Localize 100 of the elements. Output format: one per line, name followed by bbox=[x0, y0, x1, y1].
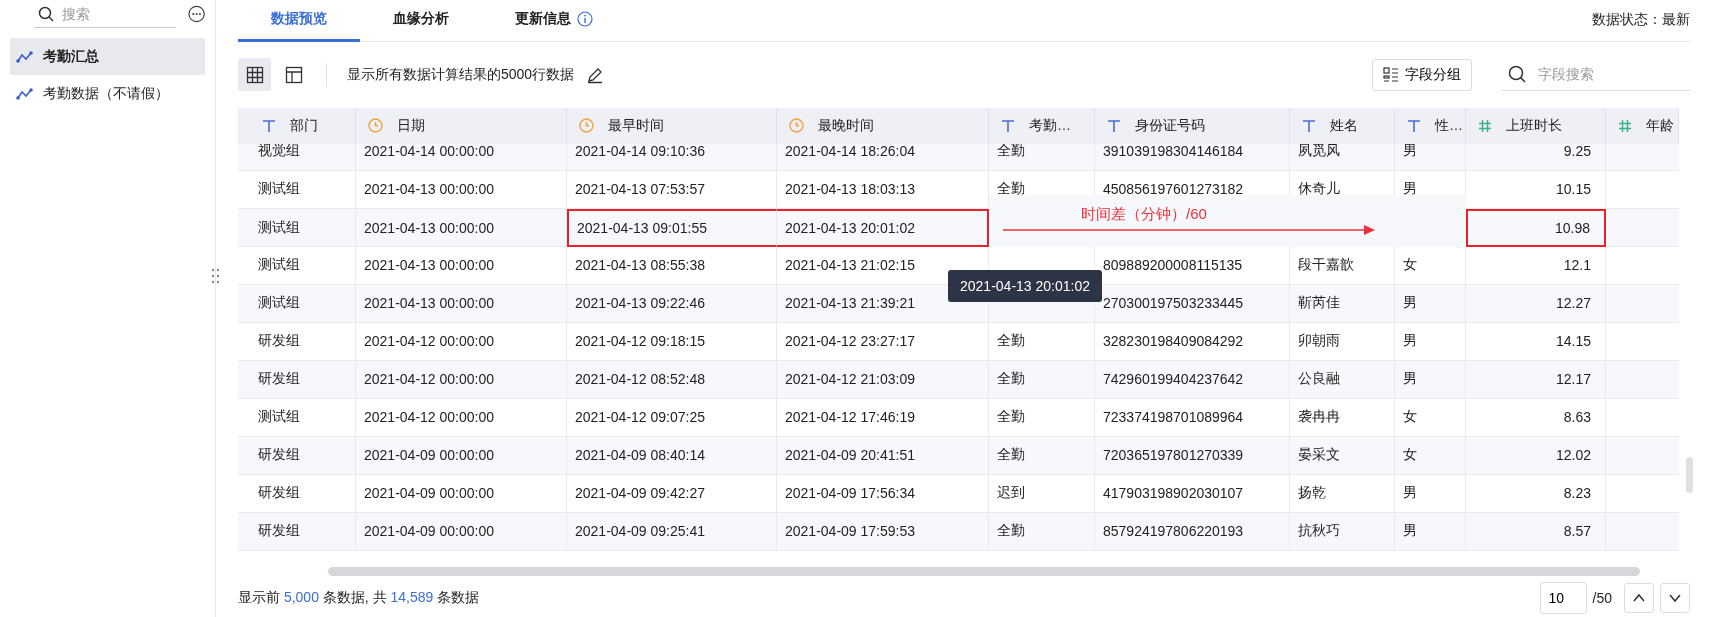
table-cell: 2021-04-13 00:00:00 bbox=[356, 170, 567, 208]
table-cell: 男 bbox=[1395, 284, 1466, 322]
table-cell: 2021-04-13 00:00:00 bbox=[356, 208, 567, 247]
data-status: 数据状态：最新 bbox=[1592, 11, 1690, 30]
table-cell: 2021-04-12 08:52:48 bbox=[567, 360, 777, 398]
table-cell: 2021-04-12 09:18:15 bbox=[567, 322, 777, 360]
table-cell: 扬乾 bbox=[1290, 474, 1395, 512]
table-cell: 公良融 bbox=[1290, 360, 1395, 398]
column-header[interactable]: 最晚时间 bbox=[777, 107, 989, 144]
table-cell: 2021-04-13 07:53:57 bbox=[567, 170, 777, 208]
line-chart-icon bbox=[16, 86, 33, 101]
table-cell: 2021-04-09 17:56:34 bbox=[777, 474, 989, 512]
table-cell: 晏采文 bbox=[1290, 436, 1395, 474]
table-cell: 全勤 bbox=[989, 398, 1095, 436]
table-cell: 卯朝雨 bbox=[1290, 322, 1395, 360]
clock-icon bbox=[789, 118, 804, 134]
column-header[interactable]: 日期 bbox=[356, 107, 567, 144]
table-cell: 全勤 bbox=[989, 360, 1095, 398]
layout-icon bbox=[284, 65, 303, 84]
table-cell: 测试组 bbox=[250, 208, 356, 247]
table-cell: 全勤 bbox=[989, 512, 1095, 550]
table-cell: 全勤 bbox=[989, 322, 1095, 360]
table-cell: 研发组 bbox=[250, 436, 356, 474]
search-icon bbox=[1508, 65, 1526, 84]
table-cell: 抗秋巧 bbox=[1290, 512, 1395, 550]
table-cell: 2021-04-12 17:46:19 bbox=[777, 398, 989, 436]
table-cell: 2021-04-14 00:00:00 bbox=[356, 143, 567, 170]
table-cell: 720365197801270339 bbox=[1095, 436, 1290, 474]
search-icon bbox=[38, 5, 54, 22]
column-header[interactable]: 性… bbox=[1395, 107, 1466, 144]
grid-view-button[interactable] bbox=[238, 58, 271, 92]
table-cell: 723374198701089964 bbox=[1095, 398, 1290, 436]
table-cell: 8.63 bbox=[1466, 398, 1606, 436]
table-cell: 2021-04-12 21:03:09 bbox=[777, 360, 989, 398]
column-header[interactable]: 姓名 bbox=[1290, 107, 1395, 144]
table-cell: 2021-04-13 00:00:00 bbox=[356, 284, 567, 322]
table-cell: 8.57 bbox=[1466, 512, 1606, 550]
table-cell: 靳芮佳 bbox=[1290, 284, 1395, 322]
table-cell: 2021-04-12 00:00:00 bbox=[356, 322, 567, 360]
table-cell: 测试组 bbox=[250, 284, 356, 322]
page-input[interactable]: 10 bbox=[1539, 582, 1587, 615]
table-cell: 测试组 bbox=[250, 398, 356, 436]
table-cell: 全勤 bbox=[989, 143, 1095, 170]
tab[interactable]: 更新信息 bbox=[482, 0, 626, 42]
previous-page-button[interactable] bbox=[1624, 583, 1654, 614]
table-cell: 12.27 bbox=[1466, 284, 1606, 322]
table-cell: 2021-04-13 08:55:38 bbox=[567, 246, 777, 284]
table-cell: 9.25 bbox=[1466, 143, 1606, 170]
arrow-icon bbox=[1001, 224, 1376, 237]
horizontal-scrollbar[interactable] bbox=[328, 566, 1640, 576]
table-cell: 女 bbox=[1395, 436, 1466, 474]
column-header[interactable]: 身份证号码 bbox=[1095, 107, 1290, 144]
table-cell: 测试组 bbox=[250, 246, 356, 284]
line-chart-icon bbox=[16, 49, 33, 64]
sidebar-item[interactable]: 考勤汇总 bbox=[10, 38, 205, 75]
drag-handle-icon[interactable] bbox=[211, 268, 220, 284]
column-header[interactable]: 上班时长 bbox=[1466, 107, 1606, 144]
table-cell: 男 bbox=[1395, 322, 1466, 360]
table-cell: 2021-04-14 09:10:36 bbox=[567, 143, 777, 170]
table-cell: 2021-04-12 00:00:00 bbox=[356, 398, 567, 436]
field-search-field[interactable]: 字段搜索 bbox=[1536, 65, 1680, 84]
table-cell: 夙觅风 bbox=[1290, 143, 1395, 170]
vertical-scrollbar[interactable] bbox=[1686, 456, 1693, 493]
info-icon bbox=[577, 11, 593, 28]
table-cell: 12.02 bbox=[1466, 436, 1606, 474]
column-header[interactable]: 考勤… bbox=[989, 107, 1095, 144]
table-cell: 857924197806220193 bbox=[1095, 512, 1290, 550]
search-field[interactable]: 搜索 bbox=[62, 5, 162, 22]
column-header[interactable]: 年龄 bbox=[1606, 107, 1679, 144]
list-icon bbox=[1383, 66, 1399, 83]
field-group-button[interactable]: 字段分组 bbox=[1372, 58, 1472, 91]
tab[interactable]: 数据预览 bbox=[238, 0, 360, 42]
table-cell: 8.23 bbox=[1466, 474, 1606, 512]
table-cell: 2021-04-09 08:40:14 bbox=[567, 436, 777, 474]
table-cell: 研发组 bbox=[250, 512, 356, 550]
table-cell: 2021-04-09 09:25:41 bbox=[567, 512, 777, 550]
table-cell: 测试组 bbox=[250, 170, 356, 208]
table-cell: 2021-04-13 00:00:00 bbox=[356, 246, 567, 284]
sidebar-item[interactable]: 考勤数据（不请假） bbox=[10, 75, 205, 112]
table-cell: 2021-04-09 17:59:53 bbox=[777, 512, 989, 550]
column-header[interactable]: 最早时间 bbox=[567, 107, 777, 144]
table-cell: 12.17 bbox=[1466, 360, 1606, 398]
more-icon[interactable] bbox=[187, 5, 205, 23]
table-cell: 2021-04-12 23:27:17 bbox=[777, 322, 989, 360]
table-cell: 男 bbox=[1395, 360, 1466, 398]
hash-icon bbox=[1478, 118, 1492, 133]
table-cell: 417903198902030107 bbox=[1095, 474, 1290, 512]
grid-icon bbox=[245, 65, 264, 84]
text-type-icon bbox=[1407, 118, 1421, 133]
table-cell: 男 bbox=[1395, 474, 1466, 512]
next-page-button[interactable] bbox=[1660, 583, 1690, 614]
column-header[interactable]: 部门 bbox=[250, 107, 356, 144]
table-cell: 2021-04-13 20:01:02 bbox=[777, 208, 989, 247]
table-cell: 328230198409084292 bbox=[1095, 322, 1290, 360]
table-cell: 研发组 bbox=[250, 474, 356, 512]
table-cell: 2021-04-13 09:01:55 bbox=[567, 208, 777, 247]
row-count-text: 显示前 5,000 条数据, 共 14,589 条数据 bbox=[238, 589, 480, 608]
tab[interactable]: 血缘分析 bbox=[360, 0, 482, 42]
table-cell: 男 bbox=[1395, 512, 1466, 550]
table-cell: 全勤 bbox=[989, 436, 1095, 474]
